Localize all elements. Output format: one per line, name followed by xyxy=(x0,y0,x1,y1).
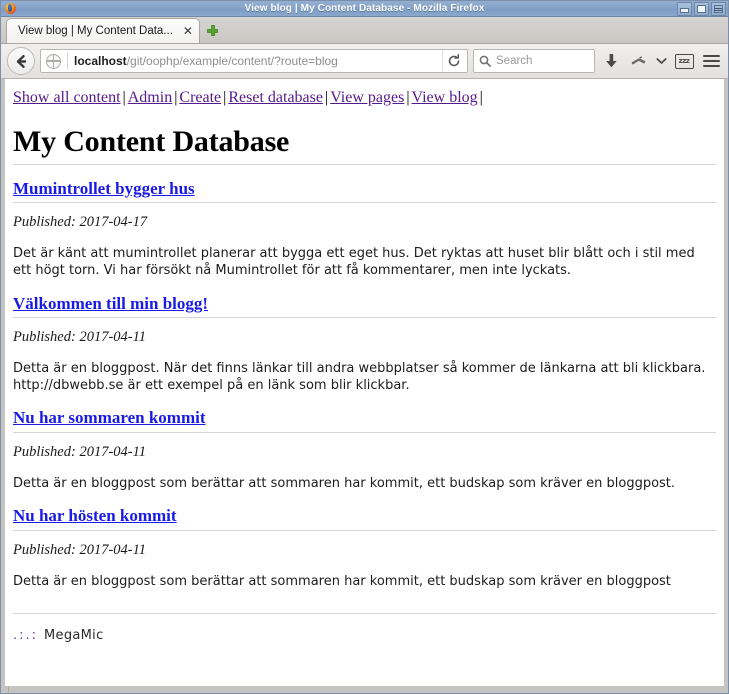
nav-link-view-pages[interactable]: View pages xyxy=(330,89,404,106)
tab-label: View blog | My Content Data... xyxy=(18,25,173,37)
post-title: Nu har sommaren kommit xyxy=(13,408,716,428)
pocket-icon xyxy=(631,56,645,65)
window-bottom-frame xyxy=(1,686,728,693)
back-button[interactable] xyxy=(7,47,35,75)
post-body: Det är känt att mumintrollet planerar at… xyxy=(13,246,695,279)
plus-icon xyxy=(207,25,219,36)
reload-icon xyxy=(448,54,460,67)
tab-strip: View blog | My Content Data... ✕ xyxy=(1,17,728,44)
post-title-link[interactable]: Välkommen till min blogg! xyxy=(13,294,208,313)
nav-separator: | xyxy=(406,89,410,106)
close-icon[interactable] xyxy=(711,2,726,16)
post-body: Detta är en bloggpost. När det finns län… xyxy=(13,361,706,393)
reader-mode-icon: zzz xyxy=(674,53,694,69)
search-icon xyxy=(479,55,491,67)
site-footer: .:.: MegaMic xyxy=(13,613,716,643)
chevron-down-icon xyxy=(655,58,667,64)
post-published-date: Published: 2017-04-17 xyxy=(13,214,148,231)
maximize-icon[interactable] xyxy=(694,2,709,16)
post-title-link[interactable]: Mumintrollet bygger hus xyxy=(13,179,195,198)
post-title-link[interactable]: Nu har hösten kommit xyxy=(13,506,177,525)
url-host: localhost xyxy=(74,54,127,68)
divider xyxy=(13,202,716,204)
browser-window: View blog | My Content Database - Mozill… xyxy=(0,0,729,694)
post-body: Detta är en bloggpost som berättar att s… xyxy=(13,475,676,491)
back-arrow-icon xyxy=(16,54,26,68)
new-tab-button[interactable] xyxy=(200,18,226,43)
resize-grip[interactable] xyxy=(8,687,9,692)
search-input[interactable]: Search xyxy=(496,55,532,67)
page-title: My Content Database xyxy=(13,125,290,158)
page-content: Show all content | Admin | Create | Reset data… xyxy=(5,79,724,686)
post-title: Mumintrollet bygger hus xyxy=(13,179,716,199)
download-arrow-icon xyxy=(605,54,617,68)
page-viewport: Show all content | Admin | Create | Reset data… xyxy=(1,79,728,686)
post-title-link[interactable]: Nu har sommaren kommit xyxy=(13,408,206,427)
nav-link-show-all-content[interactable]: Show all content xyxy=(13,89,121,106)
blog-post: Nu har sommaren kommit Published: 2017-0… xyxy=(13,408,716,492)
nav-link-view-blog[interactable]: View blog xyxy=(412,89,478,106)
reload-button[interactable] xyxy=(442,50,465,72)
blog-post: Välkommen till min blogg! Published: 201… xyxy=(13,294,716,395)
post-published-date: Published: 2017-04-11 xyxy=(13,443,147,460)
blog-post: Mumintrollet bygger hus Published: 2017-… xyxy=(13,179,716,280)
url-path: /git/oophp/example/content/?route=blog xyxy=(126,54,338,68)
post-body: Detta är en bloggpost som berättar att s… xyxy=(13,573,671,589)
reader-mode-button[interactable]: zzz xyxy=(673,49,695,73)
footer-dots-decoration: .:.: xyxy=(13,628,39,644)
pocket-dropdown-button[interactable] xyxy=(654,49,668,73)
footer-site-name: MegaMic xyxy=(44,628,104,644)
post-title: Nu har hösten kommit xyxy=(13,506,716,526)
footer-content: .:.: MegaMic xyxy=(13,614,716,643)
browser-toolbar: localhost/git/oophp/example/content/?rou… xyxy=(1,44,728,79)
pocket-button[interactable] xyxy=(627,49,649,73)
site-navigation: Show all content | Admin | Create | Reset data… xyxy=(13,85,716,113)
divider xyxy=(67,53,68,69)
browser-tab[interactable]: View blog | My Content Data... ✕ xyxy=(6,18,200,43)
window-titlebar: View blog | My Content Database - Mozill… xyxy=(1,1,728,17)
divider xyxy=(13,317,716,319)
nav-separator: | xyxy=(479,89,483,106)
divider xyxy=(13,164,716,165)
divider xyxy=(13,431,716,433)
window-title: View blog | My Content Database - Mozill… xyxy=(244,3,485,14)
post-published-date: Published: 2017-04-11 xyxy=(13,541,147,558)
nav-link-reset-database[interactable]: Reset database xyxy=(228,89,323,106)
nav-link-admin[interactable]: Admin xyxy=(128,89,172,106)
window-controls xyxy=(677,2,726,16)
post-title: Välkommen till min blogg! xyxy=(13,294,716,314)
blog-post: Nu har hösten kommit Published: 2017-04-… xyxy=(13,506,716,590)
firefox-logo-icon xyxy=(4,2,17,15)
nav-separator: | xyxy=(122,89,126,106)
post-published-date: Published: 2017-04-11 xyxy=(13,329,147,346)
menu-button[interactable] xyxy=(700,49,722,73)
url-text: localhost/git/oophp/example/content/?rou… xyxy=(74,54,442,68)
address-bar[interactable]: localhost/git/oophp/example/content/?rou… xyxy=(40,49,468,73)
divider xyxy=(13,529,716,531)
close-icon[interactable]: ✕ xyxy=(183,25,193,37)
downloads-button[interactable] xyxy=(600,49,622,73)
globe-icon xyxy=(46,53,61,69)
hamburger-menu-icon xyxy=(702,52,720,70)
minimize-icon[interactable] xyxy=(677,2,692,16)
search-bar[interactable]: Search xyxy=(473,49,595,73)
nav-link-create[interactable]: Create xyxy=(179,89,221,106)
